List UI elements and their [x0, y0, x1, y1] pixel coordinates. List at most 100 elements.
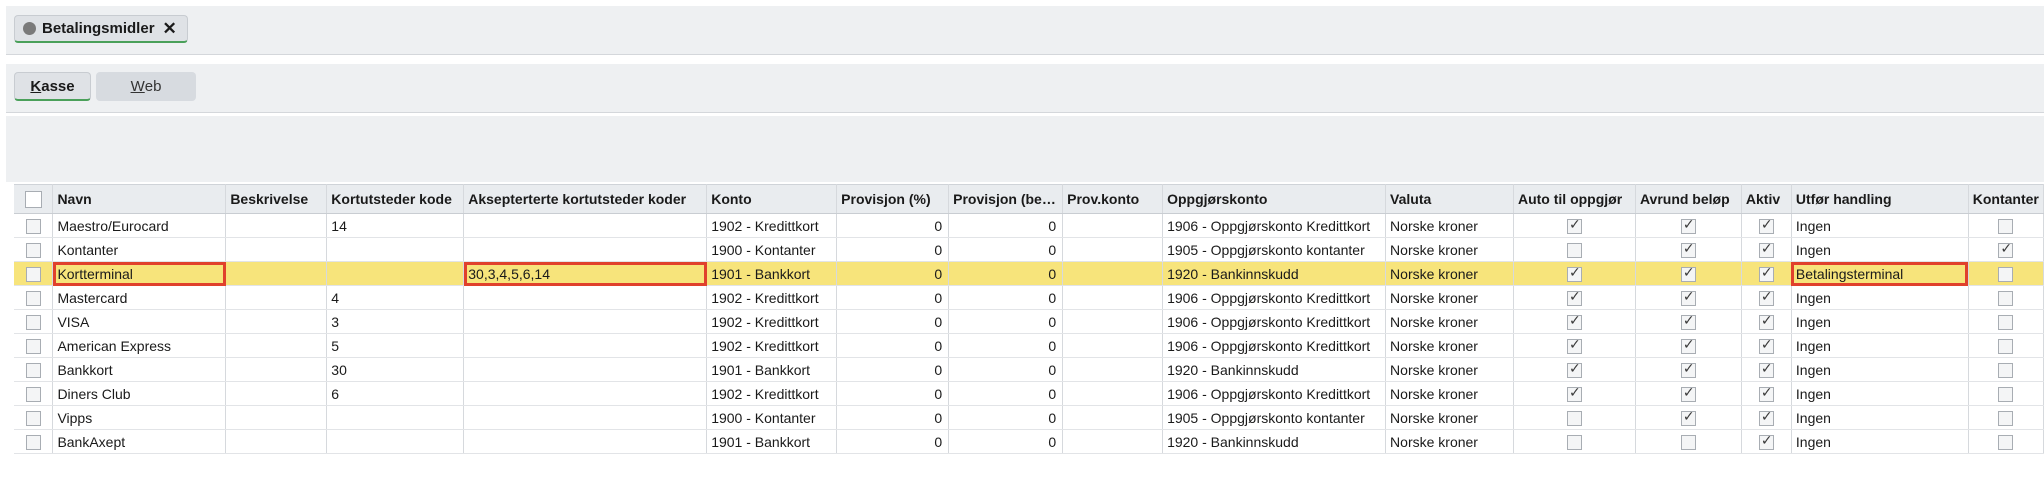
cell-row-select[interactable] — [14, 357, 54, 382]
cell-aktiv[interactable] — [1741, 213, 1792, 238]
cell-konto[interactable]: 1902 - Kredittkort — [706, 381, 838, 406]
cell-row-select[interactable] — [14, 333, 54, 358]
kontanter-checkbox[interactable] — [1998, 362, 2014, 378]
cell-konto[interactable]: 1901 - Bankkort — [706, 261, 838, 286]
cell-avrund-belop[interactable] — [1635, 213, 1742, 238]
table-row[interactable]: Vipps 1900 - Kontanter 0 0 1905 - Oppgjørsko… — [14, 405, 2044, 430]
cell-oppgjorskonto[interactable]: 1920 - Bankinnskudd — [1162, 261, 1387, 286]
cell-avrund-belop[interactable] — [1635, 237, 1742, 262]
cell-kontanter[interactable] — [1968, 261, 2044, 286]
aktiv-checkbox[interactable] — [1758, 433, 1774, 450]
aktiv-checkbox[interactable] — [1758, 241, 1774, 258]
cell-provisjon-belop[interactable]: 0 — [948, 333, 1064, 358]
cell-navn[interactable]: American Express — [52, 333, 227, 358]
cell-beskrivelse[interactable] — [225, 333, 328, 358]
cell-beskrivelse[interactable] — [225, 261, 328, 286]
cell-utfor-handling[interactable]: Ingen — [1791, 213, 1969, 238]
row-select-checkbox[interactable] — [25, 242, 41, 258]
cell-navn[interactable]: Mastercard — [52, 285, 227, 310]
cell-oppgjorskonto[interactable]: 1906 - Oppgjørskonto Kredittkort — [1162, 333, 1387, 358]
cell-kontanter[interactable] — [1968, 285, 2044, 310]
cell-row-select[interactable] — [14, 237, 54, 262]
col-navn[interactable]: Navn — [52, 184, 227, 214]
row-select-checkbox[interactable] — [25, 434, 41, 450]
table-row[interactable]: Mastercard 4 1902 - Kredittkort 0 0 1906 - Op… — [14, 285, 2044, 310]
kontanter-checkbox[interactable] — [1998, 314, 2014, 330]
cell-beskrivelse[interactable] — [225, 405, 328, 430]
cell-kontanter[interactable] — [1968, 405, 2044, 430]
cell-provisjon-belop[interactable]: 0 — [948, 285, 1064, 310]
cell-provisjon-pct[interactable]: 0 — [836, 405, 950, 430]
row-select-checkbox[interactable] — [25, 290, 41, 306]
cell-konto[interactable]: 1902 - Kredittkort — [706, 333, 838, 358]
cell-auto-til-oppgjor[interactable] — [1513, 237, 1636, 262]
cell-beskrivelse[interactable] — [225, 357, 328, 382]
tab-web[interactable]: Web — [96, 72, 196, 101]
cell-provisjon-belop[interactable]: 0 — [948, 237, 1064, 262]
cell-kontanter[interactable] — [1968, 309, 2044, 334]
cell-valuta[interactable]: Norske kroner — [1385, 357, 1514, 382]
kontanter-checkbox[interactable] — [1998, 410, 2014, 426]
col-aktiv[interactable]: Aktiv — [1741, 184, 1792, 214]
table-row[interactable]: Kortterminal 30,3,4,5,6,14 1901 - Bankkort… — [14, 261, 2044, 286]
cell-oppgjorskonto[interactable]: 1906 - Oppgjørskonto Kredittkort — [1162, 285, 1387, 310]
cell-utfor-handling[interactable]: Ingen — [1791, 285, 1969, 310]
cell-auto-til-oppgjor[interactable] — [1513, 333, 1636, 358]
cell-provisjon-pct[interactable]: 0 — [836, 309, 950, 334]
avrund-belop-checkbox[interactable] — [1680, 361, 1696, 378]
cell-utfor-handling[interactable]: Ingen — [1791, 333, 1969, 358]
cell-prov-konto[interactable] — [1062, 285, 1164, 310]
row-select-checkbox[interactable] — [25, 362, 41, 378]
cell-aksepterte-koder[interactable] — [463, 309, 708, 334]
cell-row-select[interactable] — [14, 405, 54, 430]
cell-valuta[interactable]: Norske kroner — [1385, 309, 1514, 334]
cell-aktiv[interactable] — [1741, 237, 1792, 262]
cell-aktiv[interactable] — [1741, 405, 1792, 430]
cell-navn[interactable]: Bankkort — [52, 357, 227, 382]
col-auto-til-oppgjor[interactable]: Auto til oppgjør — [1513, 184, 1636, 214]
select-all-checkbox[interactable] — [24, 190, 42, 208]
cell-row-select[interactable] — [14, 285, 54, 310]
cell-provisjon-belop[interactable]: 0 — [948, 309, 1064, 334]
cell-oppgjorskonto[interactable]: 1905 - Oppgjørskonto kontanter — [1162, 237, 1387, 262]
cell-kortutsteder-kode[interactable]: 3 — [326, 309, 465, 334]
cell-utfor-handling[interactable]: Ingen — [1791, 381, 1969, 406]
cell-kontanter[interactable] — [1968, 213, 2044, 238]
avrund-belop-checkbox[interactable] — [1680, 313, 1696, 330]
cell-kontanter[interactable] — [1968, 429, 2044, 454]
cell-aktiv[interactable] — [1741, 357, 1792, 382]
avrund-belop-checkbox[interactable] — [1680, 241, 1696, 258]
col-avrund-belop[interactable]: Avrund beløp — [1635, 184, 1742, 214]
auto-til-oppgjor-checkbox[interactable] — [1566, 313, 1582, 330]
cell-kontanter[interactable] — [1968, 237, 2044, 262]
table-row[interactable]: VISA 3 1902 - Kredittkort 0 0 1906 - Oppgjørs… — [14, 309, 2044, 334]
kontanter-checkbox[interactable] — [1998, 290, 2014, 306]
cell-navn[interactable]: Kortterminal — [52, 261, 227, 286]
aktiv-checkbox[interactable] — [1758, 409, 1774, 426]
cell-avrund-belop[interactable] — [1635, 261, 1742, 286]
avrund-belop-checkbox[interactable] — [1680, 265, 1696, 282]
col-provisjon-belop[interactable]: Provisjon (be… — [948, 184, 1064, 214]
cell-avrund-belop[interactable] — [1635, 357, 1742, 382]
row-select-checkbox[interactable] — [25, 314, 41, 330]
cell-beskrivelse[interactable] — [225, 285, 328, 310]
cell-kortutsteder-kode[interactable] — [326, 261, 465, 286]
cell-auto-til-oppgjor[interactable] — [1513, 429, 1636, 454]
cell-aksepterte-koder[interactable] — [463, 405, 708, 430]
cell-aktiv[interactable] — [1741, 429, 1792, 454]
table-row[interactable]: Diners Club 6 1902 - Kredittkort 0 0 1906 - O… — [14, 381, 2044, 406]
col-kortutsteder-kode[interactable]: Kortutsteder kode — [326, 184, 465, 214]
avrund-belop-checkbox[interactable] — [1680, 385, 1696, 402]
cell-konto[interactable]: 1900 - Kontanter — [706, 237, 838, 262]
auto-til-oppgjor-checkbox[interactable] — [1566, 289, 1582, 306]
cell-aktiv[interactable] — [1741, 261, 1792, 286]
auto-til-oppgjor-checkbox[interactable] — [1566, 265, 1582, 282]
cell-utfor-handling[interactable]: Ingen — [1791, 405, 1969, 430]
aktiv-checkbox[interactable] — [1758, 385, 1774, 402]
kontanter-checkbox[interactable] — [1998, 266, 2014, 282]
col-kontanter[interactable]: Kontanter — [1968, 184, 2044, 214]
cell-oppgjorskonto[interactable]: 1920 - Bankinnskudd — [1162, 429, 1387, 454]
cell-valuta[interactable]: Norske kroner — [1385, 213, 1514, 238]
aktiv-checkbox[interactable] — [1758, 337, 1774, 354]
cell-prov-konto[interactable] — [1062, 261, 1164, 286]
